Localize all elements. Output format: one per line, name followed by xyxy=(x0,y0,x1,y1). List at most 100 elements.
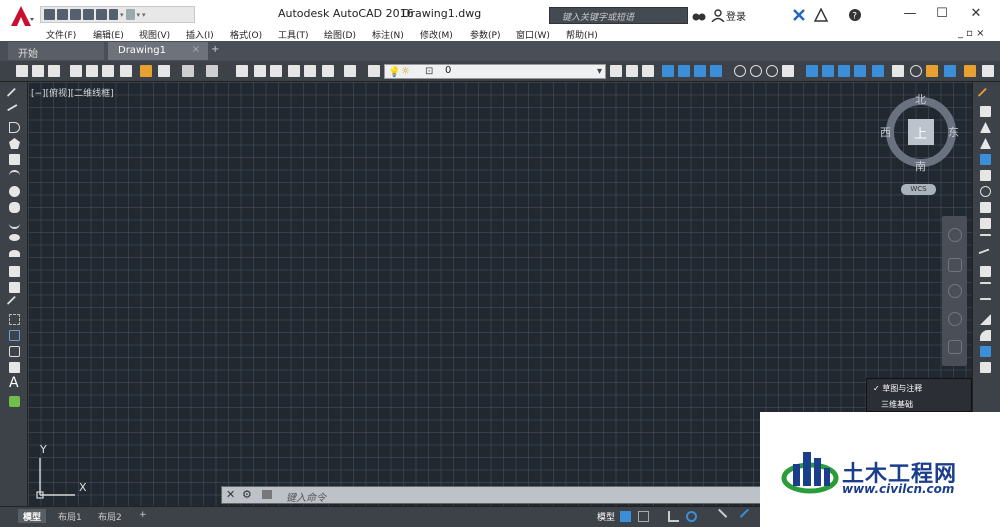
gradient-icon[interactable] xyxy=(9,330,20,341)
steering-wheel-icon[interactable] xyxy=(948,228,962,242)
erase-icon[interactable] xyxy=(977,87,994,104)
construction-line-icon[interactable] xyxy=(6,103,23,120)
chamfer-icon[interactable] xyxy=(980,314,991,325)
add-selected-icon[interactable] xyxy=(9,396,20,407)
baseline-dim-icon[interactable] xyxy=(822,65,834,77)
inspect-icon[interactable] xyxy=(926,65,938,77)
layout-tab-layout1[interactable]: 布局1 xyxy=(53,509,87,523)
grid-icon[interactable] xyxy=(620,511,631,522)
layer-dropdown[interactable]: 💡 ☼ ⊡ 0 ▾ xyxy=(384,64,606,79)
wrench-icon[interactable]: ⚙ xyxy=(242,488,252,501)
make-current-layer-icon[interactable] xyxy=(610,65,622,77)
menu-dimension[interactable]: 标注(N) xyxy=(372,28,404,41)
zoom-realtime-icon[interactable] xyxy=(254,65,266,77)
scale-icon[interactable] xyxy=(980,202,991,213)
cut-icon[interactable] xyxy=(140,65,152,77)
command-history-icon[interactable] xyxy=(262,490,272,499)
user-icon[interactable] xyxy=(711,8,725,23)
plot-icon[interactable] xyxy=(70,65,82,77)
command-input[interactable]: 键入命令 xyxy=(286,489,326,504)
dim-text-edit-icon[interactable] xyxy=(982,65,994,77)
continue-dim-icon[interactable] xyxy=(838,65,850,77)
tool-palettes-icon[interactable] xyxy=(322,65,334,77)
quick-dim-icon[interactable] xyxy=(806,65,818,77)
revision-cloud-icon[interactable] xyxy=(9,202,20,213)
viewcube-top-face[interactable]: 上 xyxy=(914,123,927,142)
menu-view[interactable]: 视图(V) xyxy=(139,28,170,41)
pan-icon[interactable] xyxy=(236,65,248,77)
polygon-icon[interactable] xyxy=(9,138,20,149)
tab-start[interactable]: 开始 xyxy=(8,42,104,60)
pan-hand-icon[interactable] xyxy=(948,258,962,272)
layout-tab-layout2[interactable]: 布局2 xyxy=(93,509,127,523)
offset-icon[interactable] xyxy=(980,138,991,149)
redo-icon[interactable] xyxy=(125,9,135,20)
blend-curves-icon[interactable] xyxy=(980,346,991,357)
undo-icon[interactable] xyxy=(109,9,118,20)
properties-icon[interactable] xyxy=(288,65,300,77)
ellipse-arc-icon[interactable] xyxy=(9,250,20,257)
menu-edit[interactable]: 编辑(E) xyxy=(93,28,124,41)
new-tab-button[interactable]: + xyxy=(207,42,225,60)
table-icon[interactable] xyxy=(9,362,20,373)
extend-icon[interactable] xyxy=(978,248,993,263)
jogged-linear-icon[interactable] xyxy=(944,65,956,77)
undo-dropdown-icon[interactable]: ▾ xyxy=(120,11,124,19)
center-mark-icon[interactable] xyxy=(910,65,922,77)
menu-draw[interactable]: 绘图(D) xyxy=(324,28,356,41)
redo-toolbar-icon[interactable] xyxy=(206,65,218,77)
rectangle-icon[interactable] xyxy=(9,154,20,165)
break-icon[interactable] xyxy=(980,282,991,293)
zoom-extents-icon[interactable] xyxy=(948,284,962,298)
menu-file[interactable]: 文件(F) xyxy=(46,28,76,41)
layer-properties-icon[interactable] xyxy=(368,65,380,77)
make-block-icon[interactable] xyxy=(9,282,20,293)
menu-tools[interactable]: 工具(T) xyxy=(278,28,309,41)
open-icon[interactable] xyxy=(57,9,68,20)
a360-icon[interactable] xyxy=(813,7,829,22)
insert-block-icon[interactable] xyxy=(9,266,20,277)
polyline-icon[interactable] xyxy=(9,122,20,133)
menu-window[interactable]: 窗口(W) xyxy=(516,28,550,41)
model-space-toggle[interactable]: 模型 xyxy=(592,509,620,523)
tolerance-icon[interactable] xyxy=(892,65,904,77)
layout-tab-model[interactable]: 模型 xyxy=(18,509,47,523)
dim-space-icon[interactable] xyxy=(854,65,866,77)
customize-qat-icon[interactable]: ▾ xyxy=(142,11,146,19)
hatch-icon[interactable] xyxy=(9,314,20,325)
ellipse-icon[interactable] xyxy=(9,234,20,241)
diameter-dim-icon[interactable] xyxy=(766,65,778,77)
zoom-window-icon[interactable] xyxy=(270,65,282,77)
otrack-icon[interactable] xyxy=(739,508,756,525)
save-as-icon[interactable] xyxy=(83,9,94,20)
plot-preview-icon[interactable] xyxy=(86,65,98,77)
application-menu-button[interactable] xyxy=(6,3,36,29)
circle-icon[interactable] xyxy=(9,186,20,197)
rotate-icon[interactable] xyxy=(980,186,991,197)
search-input[interactable]: 键入关键字或短语 xyxy=(549,7,688,24)
minimize-button[interactable]: — xyxy=(892,0,928,26)
spline-icon[interactable] xyxy=(9,218,20,229)
aligned-dim-icon[interactable] xyxy=(678,65,690,77)
viewcube-west[interactable]: 西 xyxy=(880,124,891,140)
3dprint-icon[interactable] xyxy=(120,65,132,77)
add-layout-button[interactable]: + xyxy=(134,509,152,523)
arc-icon[interactable] xyxy=(9,170,20,181)
publish-icon[interactable] xyxy=(102,65,114,77)
linear-dim-icon[interactable] xyxy=(662,65,674,77)
binoculars-icon[interactable] xyxy=(692,8,706,22)
redo-dropdown-icon[interactable]: ▾ xyxy=(137,11,141,19)
jogged-dim-icon[interactable] xyxy=(750,65,762,77)
undo-toolbar-icon[interactable] xyxy=(182,65,194,77)
break-point-icon[interactable] xyxy=(980,266,991,277)
close-icon[interactable]: ✕ xyxy=(226,488,235,501)
copy-icon[interactable] xyxy=(980,106,991,117)
print-icon[interactable] xyxy=(96,9,107,20)
explode-icon[interactable] xyxy=(980,362,991,373)
menu-insert[interactable]: 插入(I) xyxy=(186,28,214,41)
menu-help[interactable]: 帮助(H) xyxy=(566,28,598,41)
open-file-icon[interactable] xyxy=(32,65,44,77)
tab-drawing1[interactable]: Drawing1 × xyxy=(108,42,208,60)
mirror-icon[interactable] xyxy=(980,122,991,133)
point-icon[interactable] xyxy=(6,295,23,312)
